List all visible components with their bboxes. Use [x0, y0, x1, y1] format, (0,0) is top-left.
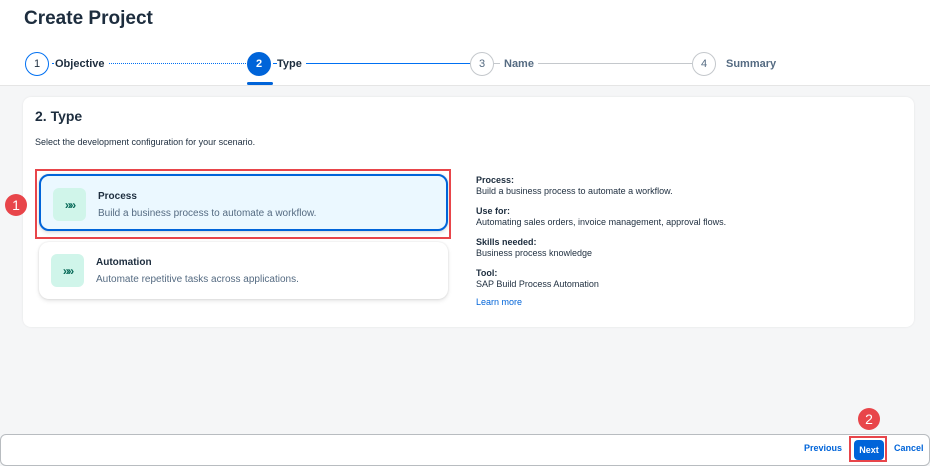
- step-summary[interactable]: 4 Summary: [692, 52, 777, 76]
- step-number: 1: [25, 52, 49, 76]
- header: Create Project 1 Objective 2 Type 3 Name…: [0, 0, 930, 86]
- annotation-highlight-next: [849, 436, 887, 462]
- detail-value: Business process knowledge: [476, 248, 593, 258]
- detail-label: Tool:: [476, 268, 498, 278]
- step-label: Summary: [722, 58, 777, 70]
- active-step-indicator: [247, 82, 273, 85]
- annotation-highlight-process: [35, 169, 451, 239]
- detail-tool: Tool: SAP Build Process Automation: [476, 268, 876, 290]
- step-number: 2: [247, 52, 271, 76]
- detail-label: Use for:: [476, 206, 511, 216]
- step-label: Type: [277, 58, 306, 70]
- section-description: Select the development configuration for…: [35, 137, 256, 147]
- detail-use-for: Use for: Automating sales orders, invoic…: [476, 206, 876, 228]
- cancel-button[interactable]: Cancel: [894, 443, 924, 453]
- step-number: 3: [470, 52, 494, 76]
- detail-value: SAP Build Process Automation: [476, 279, 599, 289]
- learn-more-link[interactable]: Learn more: [476, 297, 876, 307]
- step-name[interactable]: 3 Name: [470, 52, 538, 76]
- detail-skills: Skills needed: Business process knowledg…: [476, 237, 876, 259]
- detail-label: Process:: [476, 175, 515, 185]
- option-automation[interactable]: »» Automation Automate repetitive tasks …: [39, 242, 448, 299]
- step-number: 4: [692, 52, 716, 76]
- details-panel: Process: Build a business process to aut…: [476, 175, 876, 307]
- option-description: Automate repetitive tasks across applica…: [96, 274, 299, 285]
- step-label: Objective: [55, 58, 109, 70]
- annotation-marker-1: 1: [5, 194, 27, 216]
- detail-value: Build a business process to automate a w…: [476, 186, 673, 196]
- previous-button[interactable]: Previous: [804, 443, 842, 453]
- page-title: Create Project: [24, 8, 153, 29]
- step-objective[interactable]: 1 Objective: [25, 52, 109, 76]
- section-title: 2. Type: [35, 108, 83, 124]
- step-type[interactable]: 2 Type: [247, 52, 306, 76]
- footer-toolbar: Previous Next Cancel: [0, 434, 930, 466]
- step-label: Name: [500, 58, 538, 70]
- annotation-marker-2: 2: [858, 408, 880, 430]
- stepper: 1 Objective 2 Type 3 Name 4 Summary: [0, 50, 930, 86]
- detail-label: Skills needed:: [476, 237, 537, 247]
- chevrons-right-icon: »»: [51, 254, 84, 287]
- detail-process: Process: Build a business process to aut…: [476, 175, 876, 197]
- detail-value: Automating sales orders, invoice managem…: [476, 217, 727, 227]
- option-title: Automation: [96, 257, 152, 268]
